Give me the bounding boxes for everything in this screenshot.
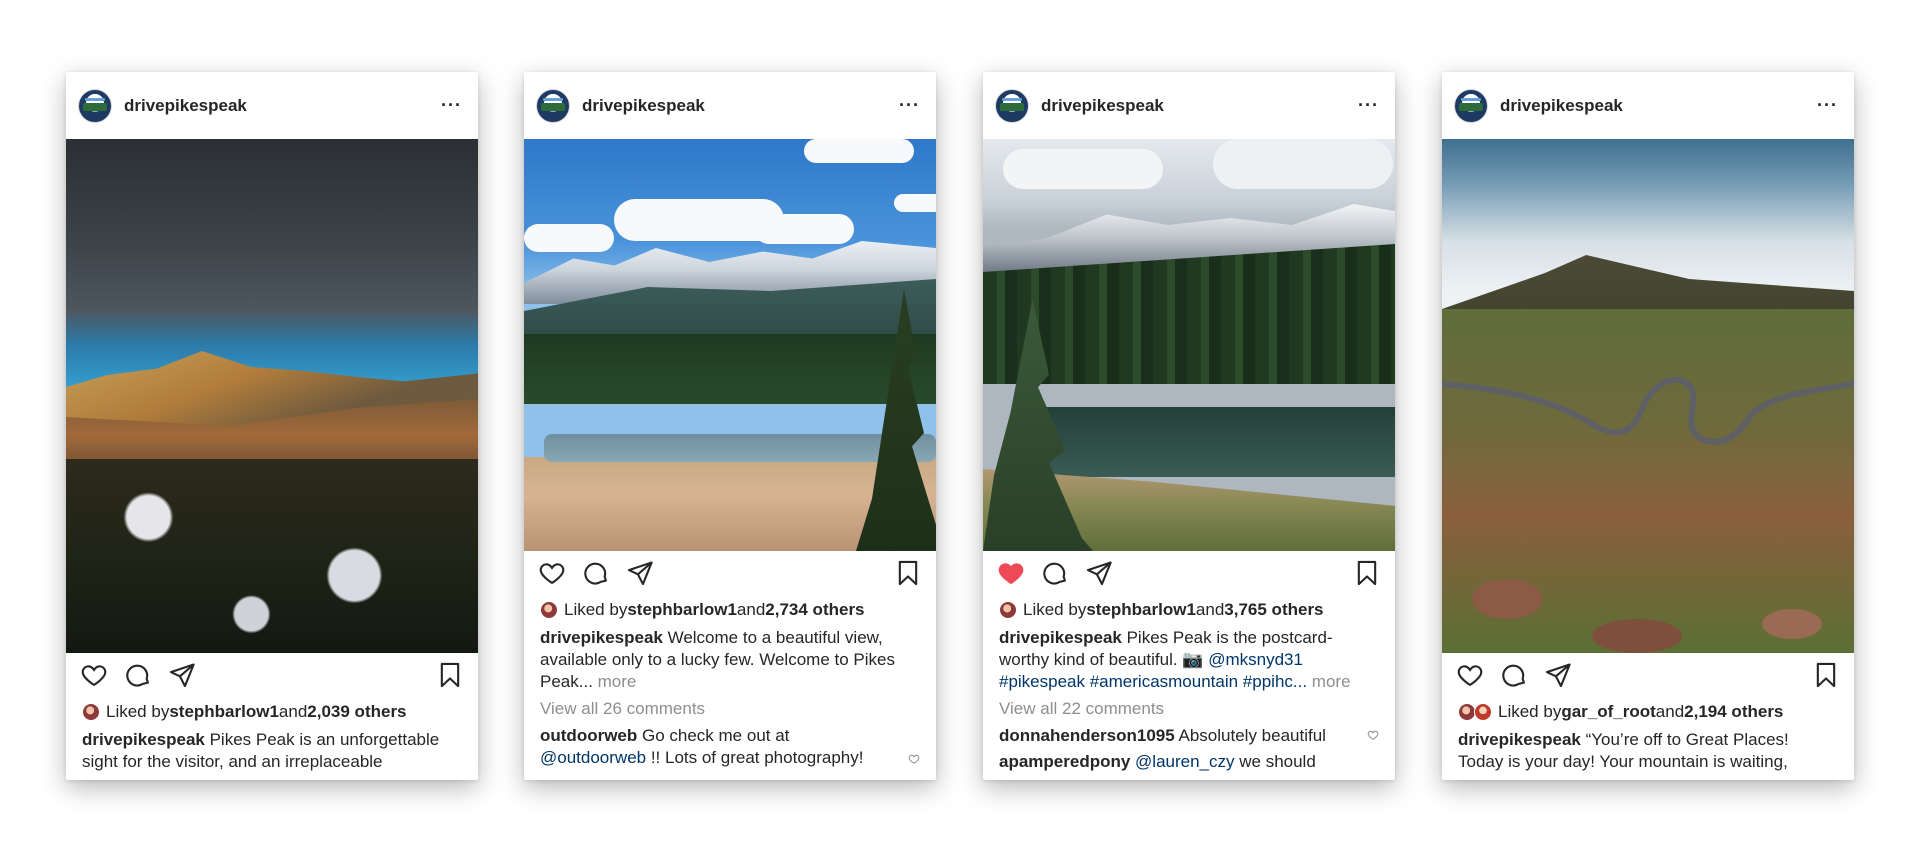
road-switchbacks	[1442, 376, 1854, 445]
liker-username[interactable]: stephbarlow1	[627, 600, 737, 620]
heart-icon[interactable]	[80, 661, 108, 689]
avatar[interactable]	[78, 88, 112, 123]
comment-username[interactable]: apamperedpony	[999, 752, 1130, 771]
heart-icon[interactable]	[997, 559, 1025, 587]
post-actions	[66, 653, 478, 697]
likes-line: Liked by gar_of_root and 2,194 others	[1442, 697, 1854, 727]
caption-username[interactable]: drivepikespeak	[540, 628, 663, 647]
more-options-icon[interactable]: ···	[899, 95, 920, 116]
caption-hashtags[interactable]: #pikespeak #americasmountain #ppihc...	[999, 672, 1307, 691]
instagram-post-2: drivepikespeak ··· Liked by stephbarlow1…	[524, 72, 936, 780]
comment-username[interactable]: outdoorweb	[540, 726, 637, 745]
post-caption: drivepikespeak “You’re off to Great Plac…	[1442, 727, 1854, 775]
likes-and: and	[1655, 702, 1685, 721]
comment-icon[interactable]	[582, 559, 610, 587]
post-actions	[983, 551, 1395, 595]
comment-username[interactable]: donnahenderson1095	[999, 726, 1175, 745]
caption-username[interactable]: drivepikespeak	[999, 628, 1122, 647]
likes-line: Liked by stephbarlow1 and 3,765 others	[983, 595, 1395, 625]
comment-heart-icon[interactable]	[908, 753, 920, 765]
post-header: drivepikespeak ···	[983, 72, 1395, 139]
post-photo[interactable]	[524, 139, 936, 551]
bookmark-icon[interactable]	[894, 559, 922, 587]
caption-more-link[interactable]: more	[1307, 672, 1351, 691]
bookmark-icon[interactable]	[1812, 661, 1840, 689]
liker-avatar	[1474, 703, 1492, 721]
comment-heart-icon[interactable]	[1367, 729, 1379, 741]
avatar[interactable]	[536, 88, 570, 123]
likes-prefix: Liked by	[564, 600, 628, 619]
post-caption: drivepikespeak Pikes Peak is the postcar…	[983, 625, 1395, 695]
liker-avatar	[82, 703, 100, 721]
post-username[interactable]: drivepikespeak	[1041, 96, 1358, 116]
post-username[interactable]: drivepikespeak	[1500, 96, 1817, 116]
comment-text: Absolutely beautiful	[1174, 726, 1326, 745]
caption-username[interactable]: drivepikespeak	[82, 730, 205, 749]
comment: outdoorweb Go check me out at @outdoorwe…	[524, 723, 936, 771]
likes-others-count[interactable]: 2,194 others	[1684, 702, 1783, 722]
likes-and: and	[278, 702, 308, 721]
comment: apamperedpony @lauren_czy we should	[983, 749, 1395, 775]
liker-username[interactable]: stephbarlow1	[1086, 600, 1196, 620]
share-icon[interactable]	[168, 661, 196, 689]
bookmark-icon[interactable]	[1353, 559, 1381, 587]
likes-others-count[interactable]: 3,765 others	[1224, 600, 1323, 620]
instagram-post-1: drivepikespeak ··· Liked by stephbarlow1…	[66, 72, 478, 780]
share-icon[interactable]	[1085, 559, 1113, 587]
share-icon[interactable]	[1544, 661, 1572, 689]
liker-avatar	[540, 601, 558, 619]
likes-prefix: Liked by	[1498, 702, 1562, 721]
comment-icon[interactable]	[1500, 661, 1528, 689]
heart-icon[interactable]	[1456, 661, 1484, 689]
post-actions	[524, 551, 936, 595]
post-actions	[1442, 653, 1854, 697]
liker-username[interactable]: stephbarlow1	[169, 702, 279, 722]
post-header: drivepikespeak ···	[1442, 72, 1854, 139]
avatar[interactable]	[1454, 88, 1488, 123]
caption-mention[interactable]: @mksnyd31	[1208, 650, 1303, 669]
post-caption: drivepikespeak Pikes Peak is an unforget…	[66, 727, 478, 775]
comment-icon[interactable]	[124, 661, 152, 689]
caption-more-link[interactable]: more	[593, 672, 637, 691]
post-header: drivepikespeak ···	[66, 72, 478, 139]
likes-line: Liked by stephbarlow1 and 2,734 others	[524, 595, 936, 625]
post-photo[interactable]	[983, 139, 1395, 551]
more-options-icon[interactable]: ···	[1358, 95, 1379, 116]
post-photo[interactable]	[1442, 139, 1854, 653]
comment-text: we should	[1234, 752, 1316, 771]
liker-username[interactable]: gar_of_root	[1561, 702, 1655, 722]
caption-username[interactable]: drivepikespeak	[1458, 730, 1581, 749]
bookmark-icon[interactable]	[436, 661, 464, 689]
view-all-comments-link[interactable]: View all 26 comments	[524, 695, 936, 723]
likes-others-count[interactable]: 2,734 others	[765, 600, 864, 620]
post-caption: drivepikespeak Welcome to a beautiful vi…	[524, 625, 936, 695]
post-photo[interactable]	[66, 139, 478, 653]
comment: donnahenderson1095 Absolutely beautiful	[983, 723, 1395, 749]
avatar[interactable]	[995, 88, 1029, 123]
view-all-comments-link[interactable]: View all 22 comments	[983, 695, 1395, 723]
likes-line: Liked by stephbarlow1 and 2,039 others	[66, 697, 478, 727]
comment-text-2: !! Lots of great photography!	[646, 748, 864, 767]
likes-others-count[interactable]: 2,039 others	[307, 702, 406, 722]
post-username[interactable]: drivepikespeak	[582, 96, 899, 116]
comment-mention[interactable]: @outdoorweb	[540, 748, 646, 767]
likes-prefix: Liked by	[1023, 600, 1087, 619]
comment-mention[interactable]: @lauren_czy	[1135, 752, 1234, 771]
heart-icon[interactable]	[538, 559, 566, 587]
likes-and: and	[736, 600, 766, 619]
post-username[interactable]: drivepikespeak	[124, 96, 441, 116]
comment-icon[interactable]	[1041, 559, 1069, 587]
likes-and: and	[1195, 600, 1225, 619]
instagram-post-3: drivepikespeak ··· Liked by stephbarlow1…	[983, 72, 1395, 780]
post-header: drivepikespeak ···	[524, 72, 936, 139]
likes-prefix: Liked by	[106, 702, 170, 721]
liker-avatar	[999, 601, 1017, 619]
instagram-post-4: drivepikespeak ··· Liked by gar_of_root …	[1442, 72, 1854, 780]
more-options-icon[interactable]: ···	[441, 95, 462, 116]
share-icon[interactable]	[626, 559, 654, 587]
comment-text: Go check me out at	[637, 726, 790, 745]
more-options-icon[interactable]: ···	[1817, 95, 1838, 116]
